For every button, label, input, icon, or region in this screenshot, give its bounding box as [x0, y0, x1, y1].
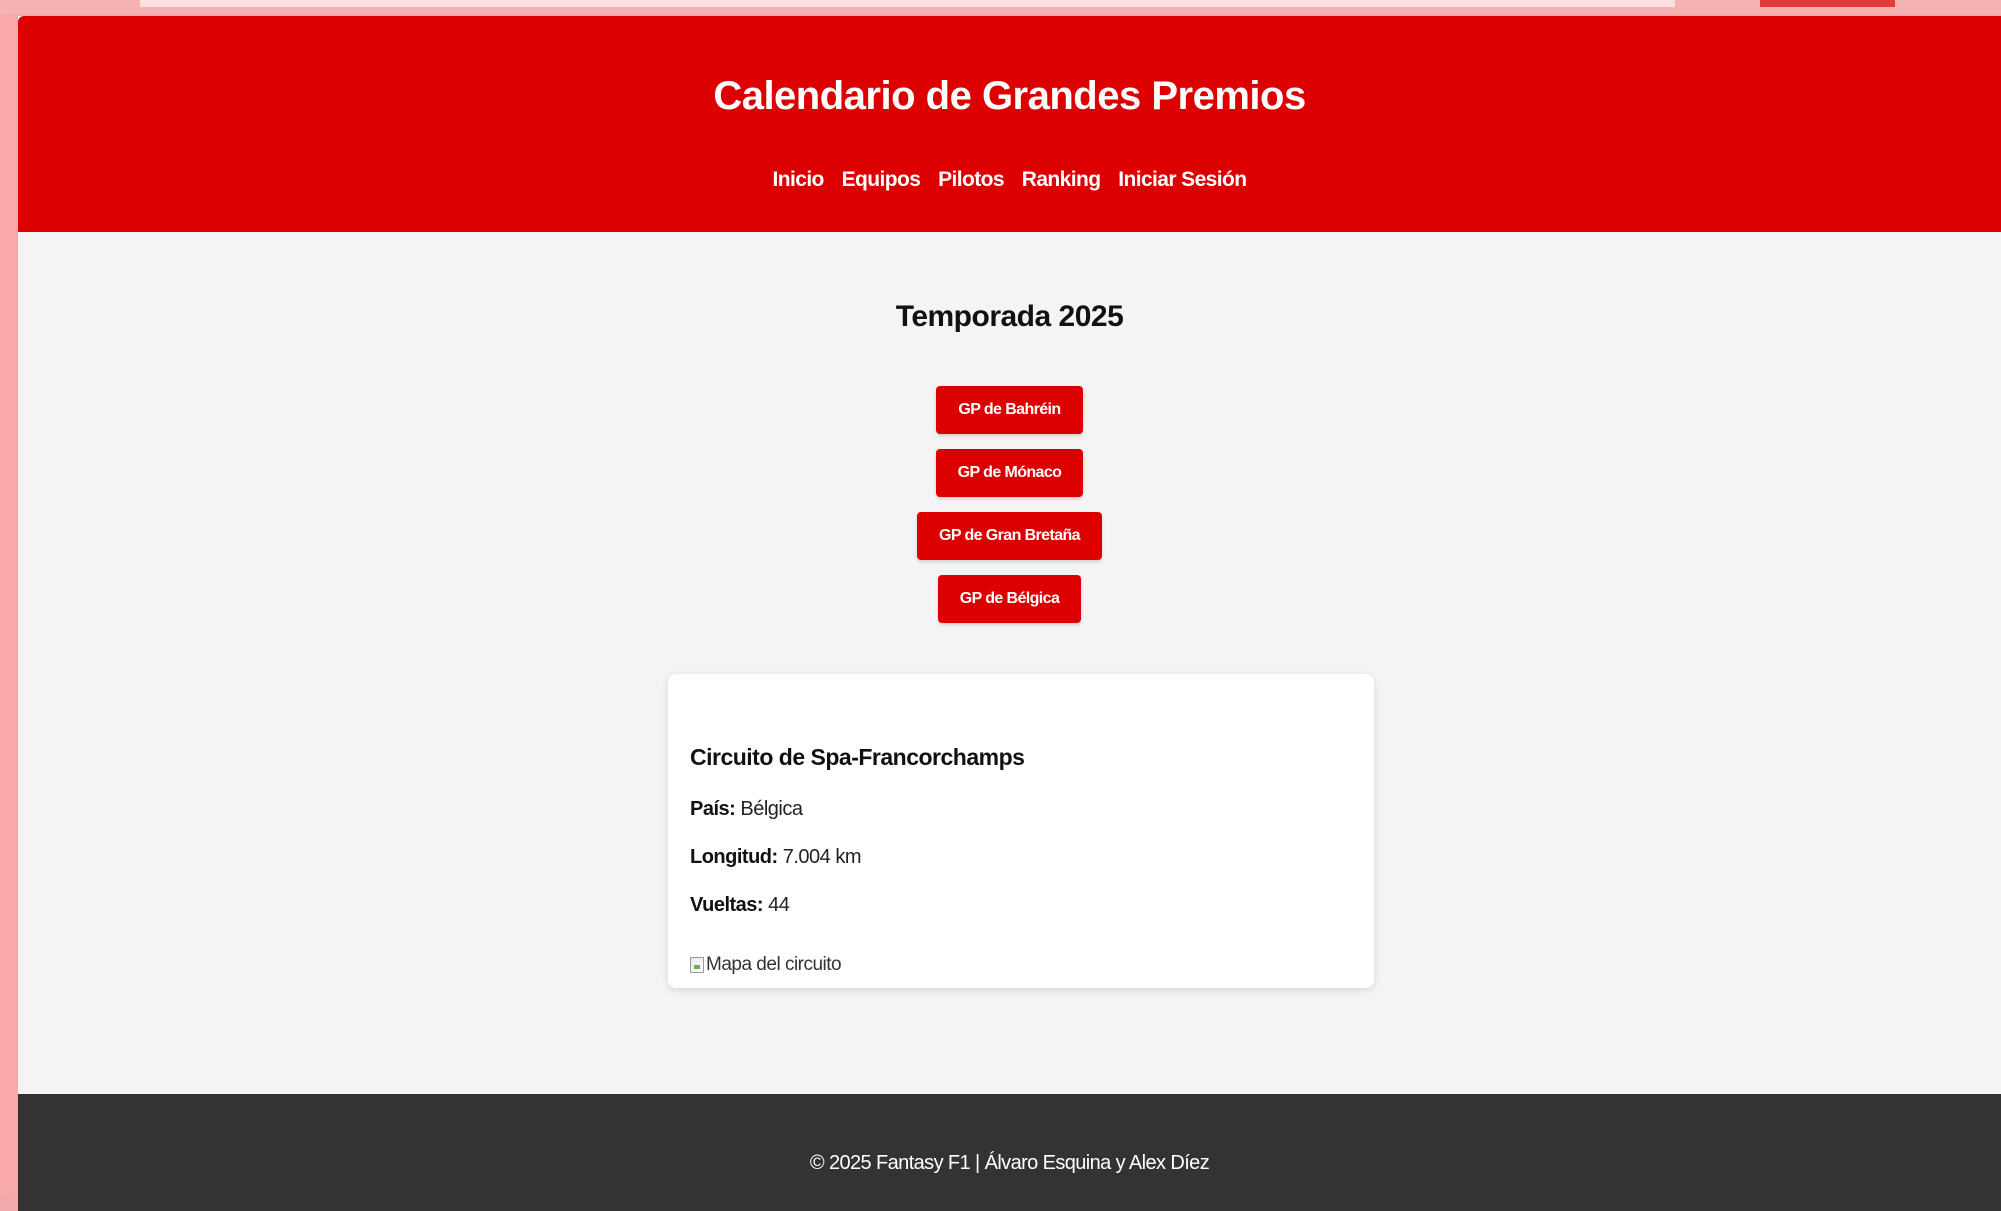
circuit-info-card: Circuito de Spa-Francorchamps País: Bélg… — [668, 674, 1374, 988]
circuit-map-alt-text: Mapa del circuito — [706, 954, 842, 975]
circuit-country: País: Bélgica — [690, 798, 803, 821]
length-label: Longitud: — [690, 846, 778, 868]
gp-gran-bretana-button[interactable]: GP de Gran Bretaña — [917, 512, 1102, 560]
country-value: Bélgica — [740, 798, 803, 820]
nav-link-iniciar-sesion[interactable]: Iniciar Sesión — [1118, 168, 1247, 191]
gp-bahrein-button[interactable]: GP de Bahréin — [936, 386, 1083, 434]
broken-image-icon — [690, 957, 704, 973]
season-title: Temporada 2025 — [895, 300, 1124, 333]
main-nav: Inicio Equipos Pilotos Ranking Iniciar S… — [18, 168, 2001, 192]
site-footer: © 2025 Fantasy F1 | Álvaro Esquina y Ale… — [18, 1094, 2001, 1211]
tab-remnant — [1760, 0, 1895, 7]
laps-value: 44 — [768, 894, 790, 916]
footer-copyright: © 2025 Fantasy F1 | Álvaro Esquina y Ale… — [809, 1152, 1210, 1174]
nav-link-pilotos[interactable]: Pilotos — [938, 168, 1004, 191]
page: Calendario de Grandes Premios Inicio Equ… — [18, 16, 2001, 1211]
circuit-length: Longitud: 7.004 km — [690, 846, 862, 869]
circuit-map-image: Mapa del circuito — [690, 954, 842, 976]
page-title: Calendario de Grandes Premios — [713, 74, 1306, 118]
laps-label: Vueltas: — [690, 894, 764, 916]
nav-link-ranking[interactable]: Ranking — [1022, 168, 1101, 191]
site-header: Calendario de Grandes Premios Inicio Equ… — [18, 16, 2001, 232]
window-top-strip — [0, 0, 2001, 14]
gp-belgica-button[interactable]: GP de Bélgica — [937, 575, 1082, 623]
grand-prix-list: GP de Bahréin GP de Mónaco GP de Gran Br… — [18, 386, 2001, 623]
country-label: País: — [690, 798, 736, 820]
window-left-border — [0, 0, 14, 1195]
circuit-laps: Vueltas: 44 — [690, 894, 790, 917]
nav-link-equipos[interactable]: Equipos — [842, 168, 921, 191]
length-value: 7.004 km — [782, 846, 862, 868]
nav-link-inicio[interactable]: Inicio — [773, 168, 825, 191]
address-bar-remnant — [140, 0, 1675, 7]
gp-monaco-button[interactable]: GP de Mónaco — [935, 449, 1084, 497]
circuit-name: Circuito de Spa-Francorchamps — [690, 744, 1025, 770]
